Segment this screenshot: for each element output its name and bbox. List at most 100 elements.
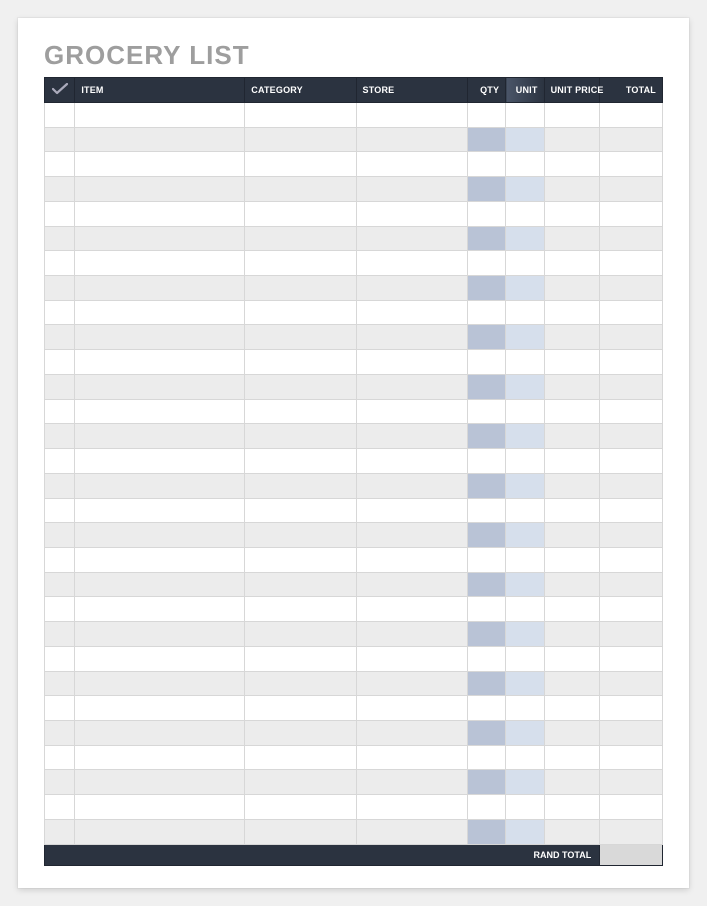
cell-store[interactable] — [356, 276, 467, 301]
cell-total[interactable] — [600, 276, 663, 301]
cell-unit[interactable] — [506, 127, 544, 152]
cell-store[interactable] — [356, 819, 467, 844]
cell-unit[interactable] — [506, 473, 544, 498]
cell-check[interactable] — [45, 646, 75, 671]
cell-total[interactable] — [600, 770, 663, 795]
cell-total[interactable] — [600, 597, 663, 622]
cell-check[interactable] — [45, 622, 75, 647]
cell-category[interactable] — [245, 399, 356, 424]
cell-check[interactable] — [45, 300, 75, 325]
cell-category[interactable] — [245, 152, 356, 177]
cell-qty[interactable] — [467, 152, 505, 177]
cell-unit[interactable] — [506, 498, 544, 523]
cell-category[interactable] — [245, 671, 356, 696]
cell-check[interactable] — [45, 795, 75, 820]
cell-store[interactable] — [356, 622, 467, 647]
cell-category[interactable] — [245, 547, 356, 572]
cell-total[interactable] — [600, 547, 663, 572]
cell-category[interactable] — [245, 720, 356, 745]
cell-item[interactable] — [75, 770, 245, 795]
cell-qty[interactable] — [467, 473, 505, 498]
cell-unit-price[interactable] — [544, 251, 600, 276]
cell-check[interactable] — [45, 745, 75, 770]
cell-category[interactable] — [245, 819, 356, 844]
cell-unit[interactable] — [506, 770, 544, 795]
cell-total[interactable] — [600, 127, 663, 152]
cell-category[interactable] — [245, 350, 356, 375]
cell-check[interactable] — [45, 374, 75, 399]
cell-unit-price[interactable] — [544, 770, 600, 795]
cell-item[interactable] — [75, 201, 245, 226]
cell-qty[interactable] — [467, 449, 505, 474]
cell-qty[interactable] — [467, 127, 505, 152]
cell-unit-price[interactable] — [544, 276, 600, 301]
cell-qty[interactable] — [467, 523, 505, 548]
cell-category[interactable] — [245, 622, 356, 647]
cell-check[interactable] — [45, 325, 75, 350]
cell-unit-price[interactable] — [544, 720, 600, 745]
cell-qty[interactable] — [467, 498, 505, 523]
cell-item[interactable] — [75, 646, 245, 671]
cell-check[interactable] — [45, 251, 75, 276]
cell-total[interactable] — [600, 177, 663, 202]
cell-item[interactable] — [75, 597, 245, 622]
cell-total[interactable] — [600, 103, 663, 128]
cell-store[interactable] — [356, 572, 467, 597]
cell-unit-price[interactable] — [544, 424, 600, 449]
cell-store[interactable] — [356, 770, 467, 795]
cell-unit-price[interactable] — [544, 696, 600, 721]
cell-item[interactable] — [75, 374, 245, 399]
cell-check[interactable] — [45, 473, 75, 498]
cell-check[interactable] — [45, 127, 75, 152]
cell-qty[interactable] — [467, 696, 505, 721]
cell-unit[interactable] — [506, 201, 544, 226]
cell-store[interactable] — [356, 547, 467, 572]
cell-total[interactable] — [600, 325, 663, 350]
cell-item[interactable] — [75, 350, 245, 375]
cell-qty[interactable] — [467, 671, 505, 696]
cell-check[interactable] — [45, 449, 75, 474]
cell-unit[interactable] — [506, 572, 544, 597]
cell-unit-price[interactable] — [544, 127, 600, 152]
cell-check[interactable] — [45, 720, 75, 745]
cell-unit[interactable] — [506, 622, 544, 647]
cell-qty[interactable] — [467, 646, 505, 671]
cell-unit-price[interactable] — [544, 498, 600, 523]
cell-qty[interactable] — [467, 350, 505, 375]
cell-check[interactable] — [45, 152, 75, 177]
cell-unit-price[interactable] — [544, 795, 600, 820]
cell-item[interactable] — [75, 127, 245, 152]
cell-category[interactable] — [245, 449, 356, 474]
cell-unit-price[interactable] — [544, 226, 600, 251]
cell-store[interactable] — [356, 350, 467, 375]
cell-unit[interactable] — [506, 745, 544, 770]
cell-total[interactable] — [600, 300, 663, 325]
cell-check[interactable] — [45, 696, 75, 721]
cell-unit-price[interactable] — [544, 547, 600, 572]
cell-qty[interactable] — [467, 720, 505, 745]
cell-qty[interactable] — [467, 201, 505, 226]
cell-check[interactable] — [45, 547, 75, 572]
cell-unit-price[interactable] — [544, 177, 600, 202]
cell-check[interactable] — [45, 572, 75, 597]
cell-unit[interactable] — [506, 523, 544, 548]
cell-category[interactable] — [245, 646, 356, 671]
cell-unit[interactable] — [506, 350, 544, 375]
cell-store[interactable] — [356, 399, 467, 424]
cell-store[interactable] — [356, 177, 467, 202]
cell-item[interactable] — [75, 720, 245, 745]
cell-unit-price[interactable] — [544, 622, 600, 647]
cell-total[interactable] — [600, 572, 663, 597]
cell-check[interactable] — [45, 177, 75, 202]
cell-store[interactable] — [356, 152, 467, 177]
cell-unit-price[interactable] — [544, 572, 600, 597]
cell-check[interactable] — [45, 671, 75, 696]
cell-item[interactable] — [75, 325, 245, 350]
cell-store[interactable] — [356, 720, 467, 745]
cell-category[interactable] — [245, 745, 356, 770]
cell-category[interactable] — [245, 597, 356, 622]
cell-unit-price[interactable] — [544, 103, 600, 128]
cell-unit-price[interactable] — [544, 523, 600, 548]
cell-unit[interactable] — [506, 177, 544, 202]
cell-check[interactable] — [45, 770, 75, 795]
